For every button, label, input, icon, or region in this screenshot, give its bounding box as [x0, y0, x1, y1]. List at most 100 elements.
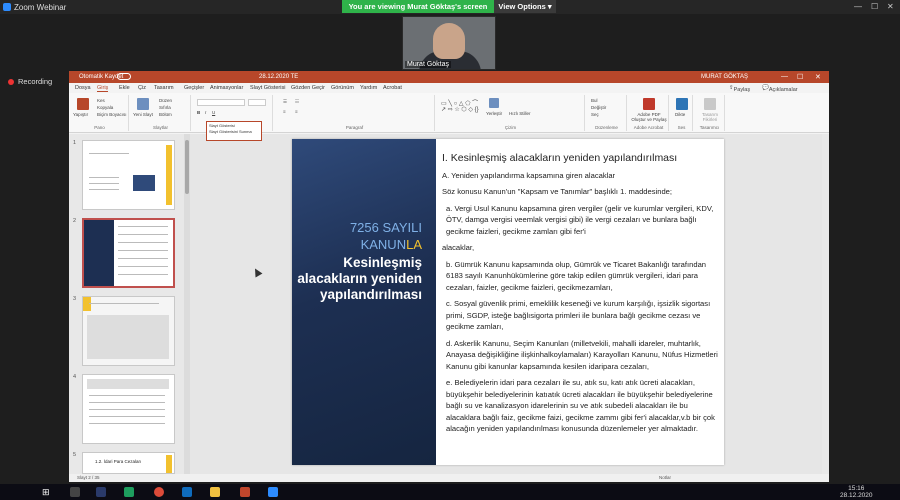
- chrome-icon[interactable]: [154, 487, 164, 497]
- ppt-maximize-icon[interactable]: ☐: [797, 73, 803, 81]
- share-button[interactable]: ⇪ Paylaş: [729, 85, 750, 93]
- select-button[interactable]: Seç: [591, 112, 599, 117]
- replace-button[interactable]: Değiştir: [591, 105, 606, 110]
- paste-icon[interactable]: [77, 98, 89, 110]
- outlook-icon[interactable]: [182, 487, 192, 497]
- tab-gozden-gecir[interactable]: Gözden Geçir: [291, 85, 325, 91]
- thumb5-title: 1.2. İdari Para Cezaları: [95, 459, 142, 464]
- quick-styles-button[interactable]: Hızlı Stiller: [509, 111, 531, 116]
- ppt-titlebar: Otomatik Kaydet 28.12.2020 TE MURAT GÖKT…: [69, 71, 829, 83]
- group-paragraf: ☰ ☷ ≡ ≡ Paragraf: [275, 95, 435, 131]
- ppt-minimize-icon[interactable]: —: [781, 73, 788, 80]
- tab-yardim[interactable]: Yardım: [360, 85, 377, 91]
- photoshop-icon[interactable]: [96, 487, 106, 497]
- microphone-icon[interactable]: [676, 98, 688, 110]
- thumb-number: 5: [73, 452, 77, 458]
- view-options-button[interactable]: View Options ▾: [494, 0, 556, 13]
- align-left-icon[interactable]: ≡: [283, 109, 286, 114]
- thumb-number: 3: [73, 296, 77, 302]
- slide-thumbnail-5[interactable]: 1.2. İdari Para Cezaları: [82, 452, 175, 474]
- ribbon-tabs: Dosya Giriş Ekle Çiz Tasarım Geçişler An…: [69, 83, 829, 93]
- group-ses: Dikte Ses: [671, 95, 693, 131]
- close-icon[interactable]: ✕: [887, 2, 894, 11]
- tab-acrobat[interactable]: Acrobat: [383, 85, 402, 91]
- group-label-pano: Pano: [94, 125, 105, 130]
- autosave-toggle[interactable]: [117, 73, 131, 80]
- notes-button[interactable]: Notlar: [659, 475, 671, 480]
- adobe-pdf-button[interactable]: Adobe PDF Oluştur ve Paylaş: [630, 112, 668, 122]
- slide-intro: Söz konusu Kanun'un "Kapsam ve Tanımlar"…: [442, 187, 673, 196]
- edge-icon[interactable]: [124, 487, 134, 497]
- find-button[interactable]: Bul: [591, 98, 598, 103]
- thumb2-left-panel: [84, 220, 114, 286]
- zoom-window-title: Zoom Webinar: [14, 3, 67, 12]
- current-slide[interactable]: 7256 SAYILI KANUNLA Kesinleşmiş alacaklar…: [292, 139, 724, 465]
- design-ideas-button[interactable]: Tasarım Fikirleri: [697, 112, 723, 122]
- thumb-number: 1: [73, 140, 77, 146]
- bullets-icon[interactable]: ☰: [283, 99, 287, 105]
- tab-slayt-gosterisi[interactable]: Slayt Gösterisi: [250, 85, 285, 91]
- user-name[interactable]: MURAT GÖKTAŞ: [701, 74, 748, 80]
- align-center-icon[interactable]: ≡: [295, 109, 298, 114]
- section-button[interactable]: Bölüm: [159, 112, 172, 117]
- bold-button[interactable]: B: [197, 110, 200, 115]
- comments-button[interactable]: 💬 Açıklamalar: [762, 85, 798, 93]
- tab-tasarim[interactable]: Tasarım: [154, 85, 174, 91]
- clock-date: 28.12.2020: [840, 492, 873, 499]
- thumb3-content: [87, 315, 169, 359]
- font-name-box[interactable]: [197, 99, 245, 106]
- recording-indicator[interactable]: Recording: [8, 77, 52, 86]
- powerpoint-icon[interactable]: [240, 487, 250, 497]
- slide-thumbnail-1[interactable]: [82, 140, 175, 210]
- tab-ciz[interactable]: Çiz: [138, 85, 146, 91]
- new-slide-button[interactable]: Yeni Slayt: [133, 112, 153, 117]
- arrange-icon[interactable]: [489, 98, 499, 108]
- slide-law-number: 7256 SAYILI KANUNLA: [292, 219, 422, 253]
- maximize-icon[interactable]: ☐: [871, 2, 878, 11]
- tab-giris[interactable]: Giriş: [97, 85, 109, 92]
- law-line-2: KANUN: [360, 237, 407, 252]
- format-painter-button[interactable]: Biçim Boyacısı: [97, 112, 127, 117]
- arrange-button[interactable]: Yerleştir: [486, 111, 502, 116]
- thumb-number: 2: [73, 218, 77, 224]
- windows-start-icon[interactable]: ⊞: [42, 487, 52, 497]
- shapes-gallery-row2-icon[interactable]: ↗ ⇨ ☆ ⬡ ◇ {}: [441, 106, 479, 113]
- task-view-icon[interactable]: [70, 487, 80, 497]
- speaker-video[interactable]: Murat Göktaş: [402, 16, 496, 70]
- tab-gorunum[interactable]: Görünüm: [331, 85, 354, 91]
- italic-button[interactable]: I: [205, 110, 206, 115]
- copy-button[interactable]: Kopyala: [97, 105, 113, 110]
- scrollbar-thumb[interactable]: [185, 140, 189, 194]
- status-bar: Slayt 2 / 35 Notlar: [69, 474, 829, 482]
- file-explorer-icon[interactable]: [210, 487, 220, 497]
- view-options-label: View Options: [498, 2, 546, 11]
- tab-ekle[interactable]: Ekle: [119, 85, 130, 91]
- numbering-icon[interactable]: ☷: [295, 99, 299, 105]
- item-c: c. Sosyal güvenlik primi, emeklilik kese…: [446, 299, 711, 331]
- group-adobe: Adobe PDF Oluştur ve Paylaş Adobe Acroba…: [629, 95, 669, 131]
- new-slide-icon[interactable]: [137, 98, 149, 110]
- paste-button[interactable]: Yapıştır: [73, 112, 88, 117]
- clock[interactable]: 15:16 28.12.2020: [840, 485, 873, 499]
- group-label-duzenleme: Düzenleme: [595, 125, 618, 130]
- dictate-button[interactable]: Dikte: [675, 112, 685, 117]
- tab-dosya[interactable]: Dosya: [75, 85, 91, 91]
- font-size-box[interactable]: [248, 99, 266, 106]
- design-ideas-icon[interactable]: [704, 98, 716, 110]
- cut-button[interactable]: Kes: [97, 98, 105, 103]
- tab-gecisler[interactable]: Geçişler: [184, 85, 204, 91]
- zoom-icon[interactable]: [268, 487, 278, 497]
- slide-thumbnail-2[interactable]: [82, 218, 175, 288]
- ppt-close-icon[interactable]: ✕: [815, 73, 821, 81]
- slide-thumbnail-4[interactable]: [82, 374, 175, 444]
- reset-button[interactable]: Sıfırla: [159, 105, 171, 110]
- slide-thumbnail-3[interactable]: [82, 296, 175, 366]
- underline-button[interactable]: U: [212, 110, 215, 115]
- layout-button[interactable]: Düzen: [159, 98, 172, 103]
- law-line-2b: LA: [406, 237, 422, 252]
- canvas-scrollbar[interactable]: [822, 134, 829, 474]
- slide-canvas: 7256 SAYILI KANUNLA Kesinleşmiş alacaklar…: [190, 134, 822, 474]
- adobe-pdf-icon[interactable]: [643, 98, 655, 110]
- minimize-icon[interactable]: —: [854, 2, 862, 11]
- tab-animasyonlar[interactable]: Animasyonlar: [210, 85, 243, 91]
